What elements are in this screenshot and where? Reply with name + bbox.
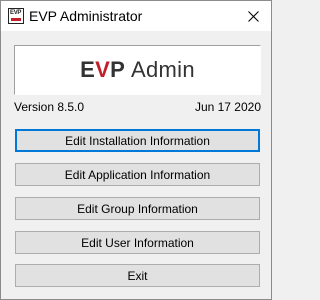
edit-group-button[interactable]: Edit Group Information: [15, 197, 260, 220]
build-date: Jun 17 2020: [194, 100, 261, 114]
version-label: Version 8.5.0: [14, 100, 85, 114]
logo-banner: E V P Admin: [14, 45, 261, 95]
exit-button[interactable]: Exit: [15, 264, 260, 287]
window-title: EVP Administrator: [29, 8, 143, 24]
title-bar: EVP EVP Administrator: [1, 1, 271, 31]
close-button[interactable]: [243, 6, 263, 26]
edit-installation-button[interactable]: Edit Installation Information: [15, 129, 260, 152]
edit-user-button[interactable]: Edit User Information: [15, 231, 260, 254]
evp-app-icon: EVP: [8, 8, 24, 24]
version-info: Version 8.5.0 Jun 17 2020: [14, 99, 261, 115]
evp-admin-logo: E V P Admin: [80, 57, 195, 82]
close-icon: [247, 10, 259, 22]
evp-administrator-window: EVP EVP Administrator E V P Admin Version 8…: [0, 0, 272, 300]
edit-application-button[interactable]: Edit Application Information: [15, 163, 260, 186]
